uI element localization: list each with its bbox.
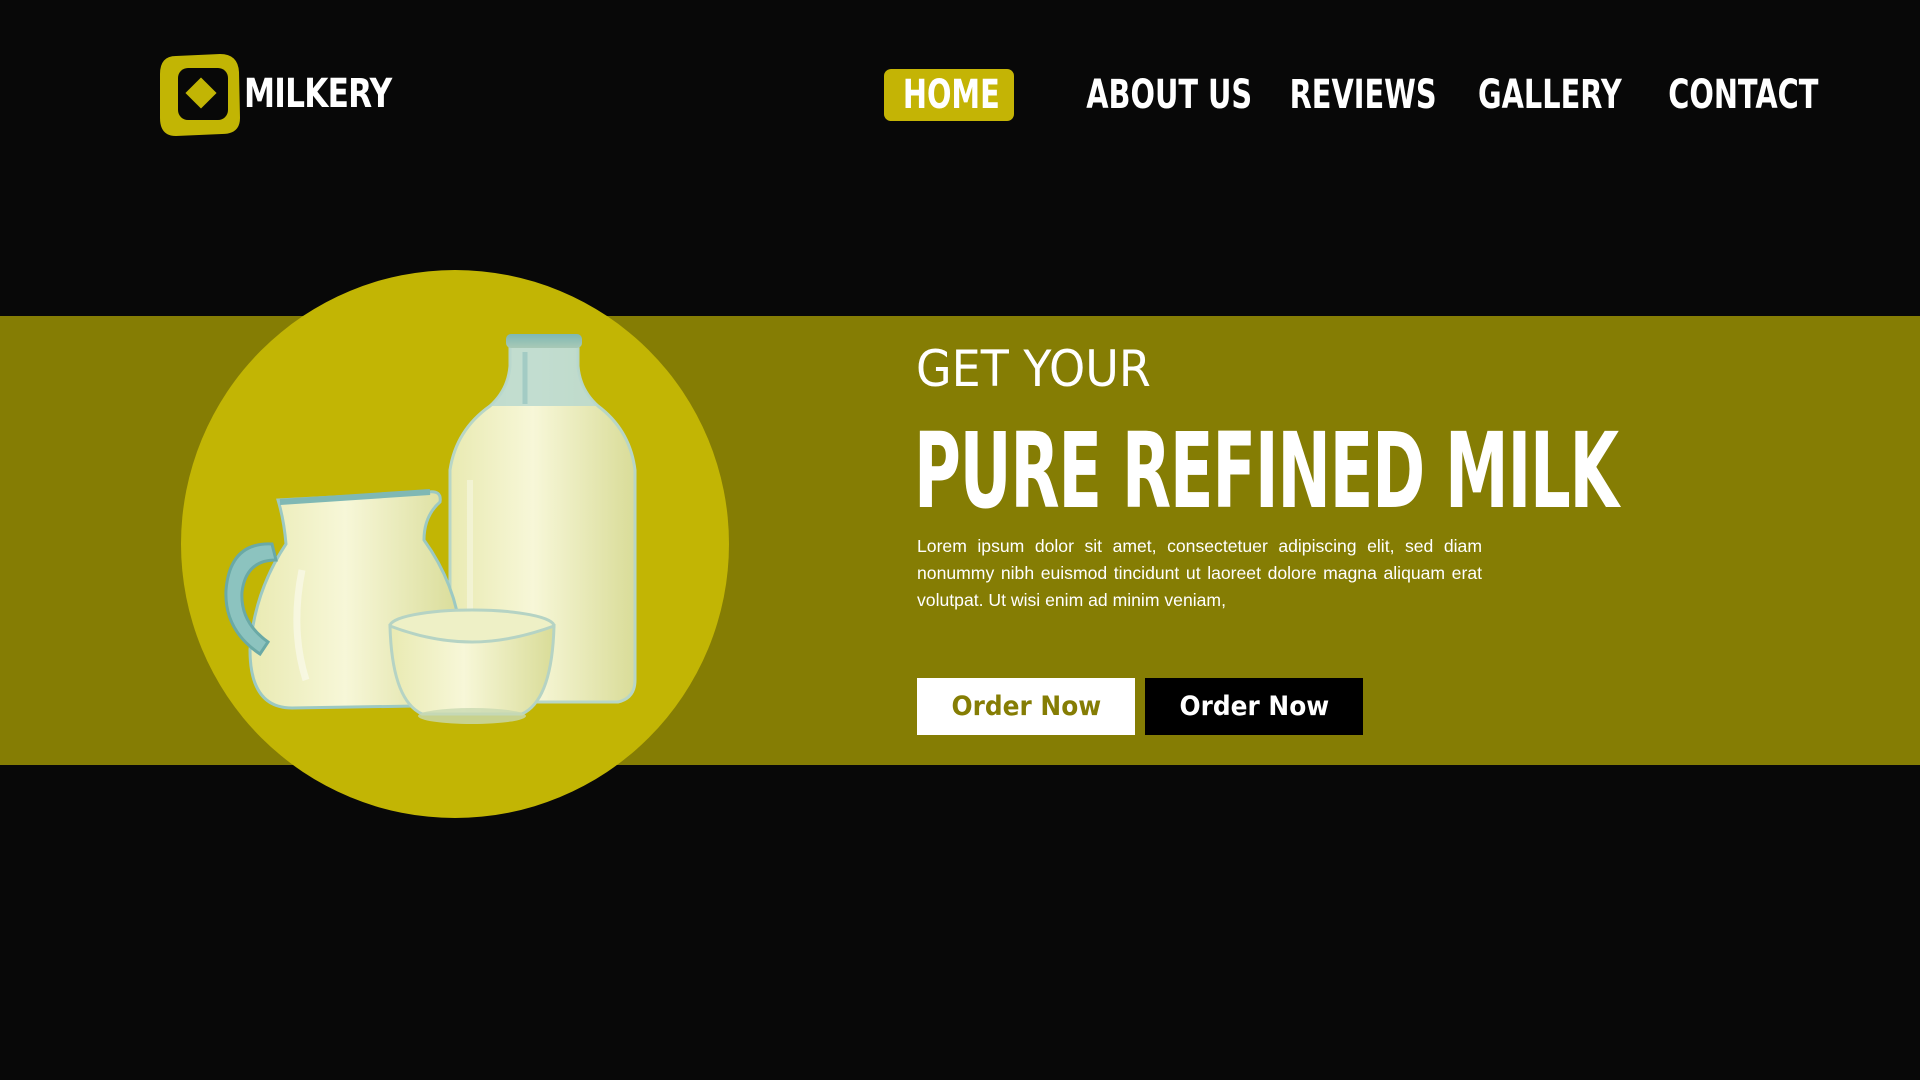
nav-item-gallery[interactable]: GALLERY (1450, 69, 1622, 121)
nav-item-label: REVIEWS (1289, 72, 1437, 118)
brand-logo[interactable]: MILKERY (158, 50, 433, 138)
button-label: Order Now (951, 691, 1101, 722)
nav-item-about-us[interactable]: ABOUT US (1054, 69, 1252, 121)
brand-name: MILKERY (244, 71, 392, 117)
diamond-badge-icon (158, 52, 242, 136)
hero-description: Lorem ipsum dolor sit amet, consectetuer… (917, 536, 1482, 610)
hero-title: PURE REFINED MILK (914, 410, 1619, 532)
milk-bowl (388, 608, 556, 724)
nav-item-label: HOME (902, 72, 1000, 118)
order-now-button-light[interactable]: Order Now (917, 678, 1135, 735)
nav-item-label: CONTACT (1668, 72, 1819, 118)
nav-item-home[interactable]: HOME (884, 69, 1014, 121)
nav-item-contact[interactable]: CONTACT (1639, 69, 1818, 121)
nav-item-label: ABOUT US (1086, 72, 1253, 118)
nav-item-label: GALLERY (1477, 72, 1622, 118)
hero-subtitle: GET YOUR (916, 340, 1151, 398)
order-now-button-dark[interactable]: Order Now (1145, 678, 1363, 735)
button-label: Order Now (1179, 691, 1329, 722)
landing-page: MILKERY HOME ABOUT US REVIEWS GALLERY CO… (0, 0, 1920, 1080)
nav-item-reviews[interactable]: REVIEWS (1261, 69, 1437, 121)
milk-product-image (224, 334, 637, 724)
